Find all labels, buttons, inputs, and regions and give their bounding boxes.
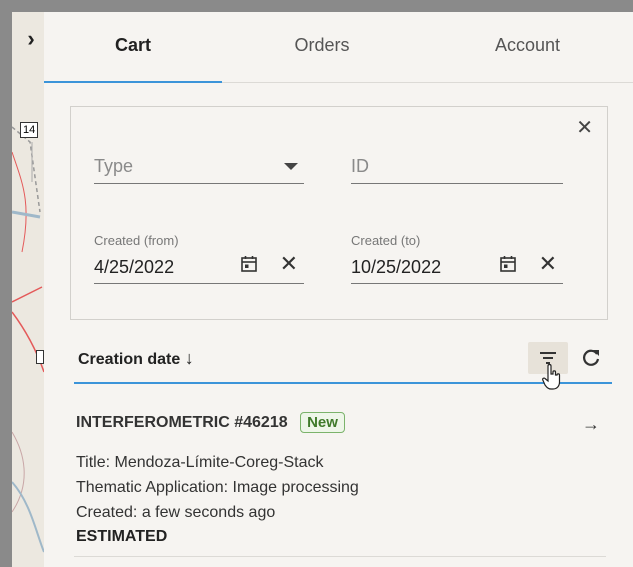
tab-cart[interactable]: Cart (44, 12, 222, 83)
sort-label-text: Creation date (78, 351, 181, 368)
clear-to-icon[interactable]: ✕ (539, 253, 557, 275)
map-road-label: 14 (20, 122, 39, 138)
type-placeholder: Type (94, 156, 134, 176)
tab-account[interactable]: Account (422, 12, 633, 82)
created-to-field[interactable]: Created (to) 10/25/2022 ✕ (351, 233, 563, 284)
sort-header: Creation date ↓ (74, 342, 612, 390)
created-to-label: Created (to) (351, 233, 421, 248)
chevron-right-icon: › (27, 26, 35, 51)
map-marker (36, 350, 44, 364)
refresh-icon[interactable] (579, 346, 603, 370)
item-created-line: Created: a few seconds ago (76, 504, 276, 521)
dropdown-arrow-icon (284, 163, 298, 170)
collapse-panel-button[interactable]: › (18, 26, 44, 52)
status-badge: New (300, 412, 345, 433)
side-panel: Cart Orders Account ✕ Type ID Created (f… (44, 12, 633, 567)
item-application-line: Thematic Application: Image processing (76, 479, 359, 496)
app-frame: 14 › Cart Orders Account ✕ Type ID Creat… (12, 12, 633, 567)
tab-orders[interactable]: Orders (222, 12, 422, 82)
created-from-label: Created (from) (94, 233, 179, 248)
map-background: 14 (12, 12, 44, 567)
list-item[interactable]: INTERFEROMETRIC #46218 New → Title: Mend… (74, 400, 606, 557)
close-icon[interactable]: ✕ (576, 115, 593, 140)
hand-cursor-icon (542, 364, 561, 390)
clear-from-icon[interactable]: ✕ (280, 253, 298, 275)
id-input[interactable]: ID (351, 145, 563, 184)
type-select[interactable]: Type (94, 145, 304, 184)
item-title-line: Title: Mendoza-Límite-Coreg-Stack (76, 454, 324, 471)
calendar-icon[interactable] (240, 255, 258, 273)
sort-by-creation-date[interactable]: Creation date ↓ (78, 348, 194, 369)
tab-bar: Cart Orders Account (44, 12, 633, 83)
created-from-field[interactable]: Created (from) 4/25/2022 ✕ (94, 233, 304, 284)
item-status: ESTIMATED (76, 528, 168, 545)
arrow-down-icon: ↓ (184, 348, 194, 368)
item-title: INTERFEROMETRIC #46218 (76, 414, 288, 431)
calendar-icon[interactable] (499, 255, 517, 273)
id-placeholder: ID (351, 156, 369, 176)
arrow-right-icon[interactable]: → (582, 414, 600, 435)
filter-panel: ✕ Type ID Created (from) 4/25/2022 ✕ Cre… (70, 106, 608, 320)
